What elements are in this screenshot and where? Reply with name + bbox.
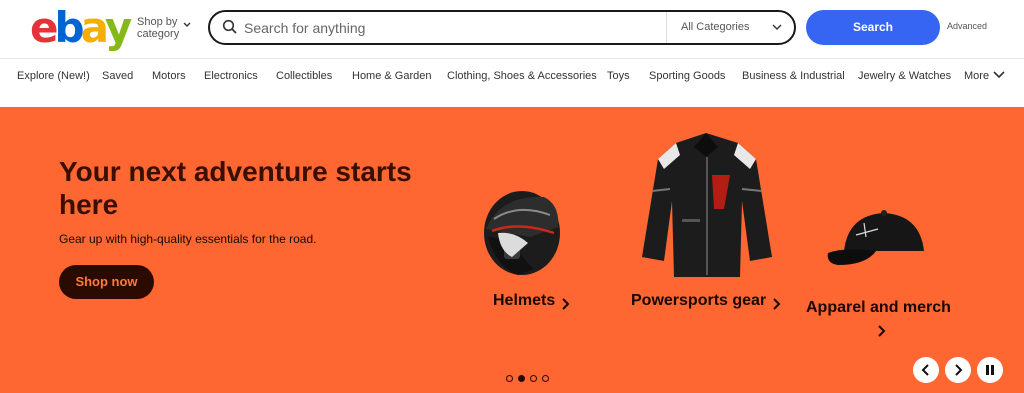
nav-item-clothing[interactable]: Clothing, Shoes & Accessories xyxy=(447,70,597,82)
carousel-prev-button[interactable] xyxy=(913,357,939,383)
tile-label-helmets: Helmets xyxy=(493,292,556,309)
search-icon xyxy=(222,19,238,35)
jacket-image xyxy=(642,133,772,277)
carousel-dot[interactable] xyxy=(542,375,549,382)
tile-label-apparel: Apparel and merch xyxy=(806,299,951,316)
helmet-tile[interactable]: Helmets xyxy=(470,171,570,381)
nav-item-collectibles[interactable]: Collectibles xyxy=(276,70,332,82)
chevron-right-icon xyxy=(955,364,963,376)
nav-item-toys[interactable]: Toys xyxy=(607,70,630,82)
nav-item-home-garden[interactable]: Home & Garden xyxy=(352,70,431,82)
chevron-left-icon xyxy=(921,364,929,376)
powersports-tile[interactable]: Powersports gear xyxy=(630,129,790,319)
category-select-value: All Categories xyxy=(681,21,750,33)
nav-item-saved[interactable]: Saved xyxy=(102,70,133,82)
hero-title: Your next adventure starts here xyxy=(59,156,412,220)
shop-by-label-line2: category xyxy=(137,28,180,40)
apparel-tile[interactable]: Apparel and merch xyxy=(806,207,966,347)
hero-subtitle: Gear up with high-quality essentials for… xyxy=(59,232,317,246)
chevron-down-icon xyxy=(772,12,782,56)
search-input[interactable] xyxy=(244,16,664,40)
chevron-down-icon xyxy=(183,20,191,32)
shop-now-button[interactable]: Shop now xyxy=(59,265,154,299)
search-button[interactable]: Search xyxy=(806,10,940,45)
nav-item-business-industrial[interactable]: Business & Industrial xyxy=(742,70,845,82)
tile-label-powersports: Powersports gear xyxy=(631,292,767,309)
nav-item-sporting-goods[interactable]: Sporting Goods xyxy=(649,70,725,82)
nav-item-more[interactable]: More xyxy=(964,70,989,82)
cap-image xyxy=(827,210,924,265)
helmet-image xyxy=(484,191,560,275)
chevron-right-icon xyxy=(773,298,781,310)
shop-by-label-line1: Shop by xyxy=(137,16,178,28)
logo-letter-y: y xyxy=(104,3,132,52)
category-nav: Explore (New!) Saved Motors Electronics … xyxy=(0,58,1024,92)
nav-item-motors[interactable]: Motors xyxy=(152,70,186,82)
carousel-pause-button[interactable] xyxy=(977,357,1003,383)
hero-banner: Your next adventure starts here Gear up … xyxy=(0,107,1024,393)
ebay-logo[interactable]: ebay xyxy=(30,3,132,52)
nav-item-explore[interactable]: Explore (New!) xyxy=(17,70,90,82)
logo-letter-b: b xyxy=(54,3,85,52)
search-bar: All Categories xyxy=(208,10,796,45)
advanced-search-link[interactable]: Advanced xyxy=(947,21,987,31)
carousel-dot[interactable] xyxy=(530,375,537,382)
chevron-down-icon[interactable] xyxy=(993,67,1005,79)
nav-item-jewelry-watches[interactable]: Jewelry & Watches xyxy=(858,70,951,82)
shop-by-category-button[interactable]: Shop by category xyxy=(137,16,191,40)
carousel-next-button[interactable] xyxy=(945,357,971,383)
nav-item-electronics[interactable]: Electronics xyxy=(204,70,258,82)
header: ebay Shop by category All Categories Sea… xyxy=(0,0,1024,58)
chevron-right-icon xyxy=(562,298,570,310)
carousel-dot-active[interactable] xyxy=(518,375,525,382)
logo-letter-a: a xyxy=(80,3,109,52)
logo-letter-e: e xyxy=(30,3,58,52)
carousel-dot[interactable] xyxy=(506,375,513,382)
pause-icon xyxy=(986,365,994,375)
chevron-right-icon xyxy=(878,325,886,337)
category-select[interactable]: All Categories xyxy=(666,12,794,43)
